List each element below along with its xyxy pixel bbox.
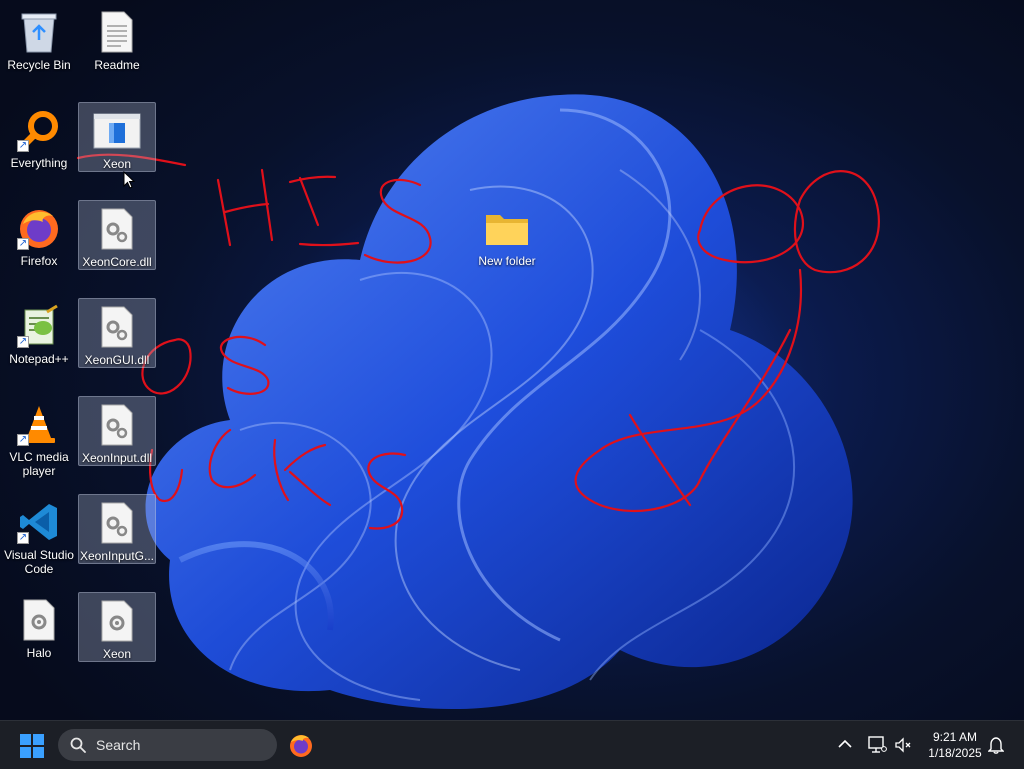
start-button-windows-icon[interactable] xyxy=(20,734,44,758)
search-icon xyxy=(70,737,86,753)
shortcut-arrow-icon: ↗ xyxy=(17,238,29,250)
notifications-bell-icon[interactable] xyxy=(988,736,1004,754)
everything-search-icon: ↗ xyxy=(15,106,63,154)
taskbar-search-box[interactable]: Search xyxy=(58,729,277,761)
icon-label: Xeon xyxy=(102,157,132,171)
mouse-cursor-icon xyxy=(123,171,135,189)
desktop-icon-recycle-bin[interactable]: Recycle Bin xyxy=(0,4,78,74)
recycle-bin-icon xyxy=(15,8,63,56)
shortcut-arrow-icon: ↗ xyxy=(17,434,29,446)
desktop-icon-xeon-file[interactable]: Xeon xyxy=(78,592,156,662)
folder-icon xyxy=(483,204,531,252)
firefox-icon: ↗ xyxy=(15,204,63,252)
icon-label: Recycle Bin xyxy=(7,58,71,72)
icon-label: XeonCore.dll xyxy=(82,255,152,269)
desktop-icon-everything[interactable]: ↗ Everything xyxy=(0,102,78,172)
icon-label: XeonInput.dll xyxy=(81,451,153,465)
icon-label: Xeon xyxy=(102,647,132,661)
file-gear-icon xyxy=(93,303,141,351)
desktop-icon-xeoninput[interactable]: XeonInput.dll xyxy=(78,396,156,466)
file-gear-icon xyxy=(15,596,63,644)
icon-label: Halo xyxy=(26,646,52,660)
volume-muted-icon[interactable] xyxy=(894,737,912,753)
notepadpp-icon: ↗ xyxy=(15,302,63,350)
icon-label: XeonInputG... xyxy=(79,549,155,563)
desktop-icon-vscode[interactable]: ↗ Visual Studio Code xyxy=(0,494,78,580)
file-gear-icon xyxy=(93,401,141,449)
clock-time: 9:21 AM xyxy=(932,730,978,744)
show-hidden-icons-chevron-icon[interactable] xyxy=(838,739,852,749)
search-label: Search xyxy=(96,737,141,753)
desktop[interactable]: Recycle Bin ↗ Everything ↗ Firefox ↗ Not… xyxy=(0,0,1024,720)
shortcut-arrow-icon: ↗ xyxy=(17,336,29,348)
desktop-icon-firefox[interactable]: ↗ Firefox xyxy=(0,200,78,270)
desktop-icon-halo[interactable]: Halo xyxy=(0,592,78,662)
taskbar-clock[interactable]: 9:21 AM 1/18/2025 xyxy=(920,729,990,761)
file-gear-icon xyxy=(93,205,141,253)
icon-label: VLC media player xyxy=(9,450,69,478)
clock-date: 1/18/2025 xyxy=(928,746,982,760)
desktop-icon-xeon-exe[interactable]: Xeon xyxy=(78,102,156,172)
desktop-icon-vlc[interactable]: ↗ VLC media player xyxy=(0,396,78,482)
network-icon[interactable] xyxy=(867,736,887,754)
taskbar-firefox-icon[interactable] xyxy=(288,732,314,758)
taskbar: Search 9:21 AM 1/18/2025 xyxy=(0,720,1024,769)
desktop-icon-xeoninputg[interactable]: XeonInputG... xyxy=(78,494,156,564)
icon-label: Everything xyxy=(10,156,68,170)
desktop-icon-notepadpp[interactable]: ↗ Notepad++ xyxy=(0,298,78,368)
shortcut-arrow-icon: ↗ xyxy=(17,140,29,152)
icon-label: Notepad++ xyxy=(9,352,69,366)
desktop-icon-xeoncore[interactable]: XeonCore.dll xyxy=(78,200,156,270)
icon-label: XeonGUI.dll xyxy=(84,353,150,367)
icon-label: Visual Studio Code xyxy=(4,548,74,576)
icon-label: New folder xyxy=(478,254,536,268)
icon-label: Readme xyxy=(94,58,140,72)
file-gear-icon xyxy=(93,597,141,645)
text-document-icon xyxy=(93,8,141,56)
desktop-icon-new-folder[interactable]: New folder xyxy=(468,200,546,270)
vlc-cone-icon: ↗ xyxy=(15,400,63,448)
shortcut-arrow-icon: ↗ xyxy=(17,532,29,544)
vscode-icon: ↗ xyxy=(15,498,63,546)
desktop-icon-xeongui[interactable]: XeonGUI.dll xyxy=(78,298,156,368)
file-gear-icon xyxy=(93,499,141,547)
desktop-icon-readme[interactable]: Readme xyxy=(78,4,156,74)
application-window-icon xyxy=(93,107,141,155)
icon-label: Firefox xyxy=(20,254,58,268)
